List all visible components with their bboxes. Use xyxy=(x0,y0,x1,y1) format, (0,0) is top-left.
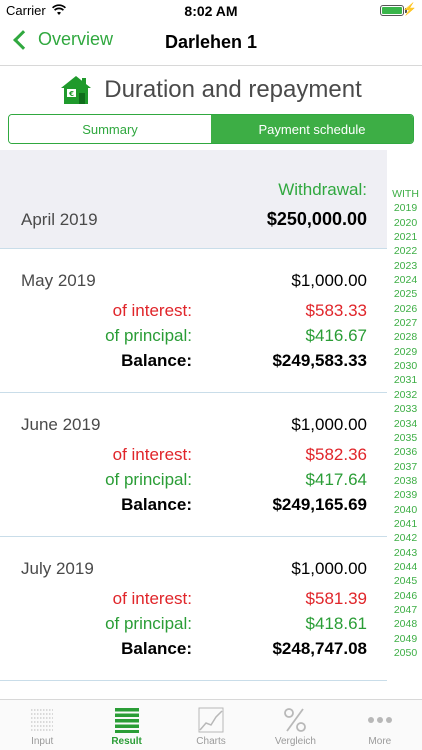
principal-label: of principal: xyxy=(105,326,192,345)
tab-result[interactable]: Result xyxy=(84,700,168,750)
withdrawal-amount: $250,000.00 xyxy=(266,209,367,229)
section-index-item[interactable]: 2026 xyxy=(389,302,422,316)
section-index-item[interactable]: WITH xyxy=(389,187,422,201)
payment-row[interactable]: May 2019 $1,000.00 of interest: $583.33 … xyxy=(0,249,387,393)
section-index-item[interactable]: 2032 xyxy=(389,388,422,402)
section-index-item[interactable]: 2049 xyxy=(389,632,422,646)
section-index-item[interactable]: 2050 xyxy=(389,646,422,660)
interest-label: of interest: xyxy=(112,589,192,608)
tab-label: More xyxy=(368,736,392,747)
tab-more[interactable]: More xyxy=(338,700,422,750)
heading-title: Duration and repayment xyxy=(104,76,362,103)
segment-summary[interactable]: Summary xyxy=(9,115,211,143)
section-index-item[interactable]: 2037 xyxy=(389,460,422,474)
section-index-item[interactable]: 2024 xyxy=(389,273,422,287)
section-index-item[interactable]: 2039 xyxy=(389,488,422,502)
section-index-item[interactable]: 2023 xyxy=(389,259,422,273)
tab-input[interactable]: Input xyxy=(0,700,84,750)
tab-label: Input xyxy=(31,736,54,747)
section-index-item[interactable]: 2025 xyxy=(389,287,422,301)
payment-schedule-list[interactable]: Withdrawal: April 2019 $250,000.00 May 2… xyxy=(0,150,387,698)
battery-icon xyxy=(380,5,404,16)
svg-text:€: € xyxy=(68,90,74,98)
principal-value: $416.67 xyxy=(305,326,367,345)
principal-label: of principal: xyxy=(105,614,192,633)
charts-icon xyxy=(198,707,224,733)
balance-value: $248,747.08 xyxy=(272,639,367,658)
section-index-item[interactable]: 2046 xyxy=(389,589,422,603)
section-index-item[interactable]: 2029 xyxy=(389,345,422,359)
interest-value: $583.33 xyxy=(305,301,367,320)
row-month: April 2019 xyxy=(21,210,98,229)
section-index-item[interactable]: 2031 xyxy=(389,373,422,387)
section-index-item[interactable]: 2034 xyxy=(389,417,422,431)
interest-label: of interest: xyxy=(112,301,192,320)
section-index-item[interactable]: 2042 xyxy=(389,531,422,545)
row-payment: $1,000.00 xyxy=(291,415,367,434)
section-index-item[interactable]: 2020 xyxy=(389,216,422,230)
section-index-item[interactable]: 2040 xyxy=(389,503,422,517)
section-index-item[interactable]: 2033 xyxy=(389,402,422,416)
tab-charts[interactable]: Charts xyxy=(169,700,253,750)
section-index-item[interactable]: 2022 xyxy=(389,244,422,258)
section-index-item[interactable]: 2021 xyxy=(389,230,422,244)
balance-label: Balance: xyxy=(121,351,192,370)
section-index-item[interactable]: 2036 xyxy=(389,445,422,459)
section-index-item[interactable]: 2038 xyxy=(389,474,422,488)
balance-value: $249,165.69 xyxy=(272,495,367,514)
section-index-item[interactable]: 2019 xyxy=(389,201,422,215)
row-payment: $1,000.00 xyxy=(291,271,367,290)
withdrawal-row[interactable]: Withdrawal: April 2019 $250,000.00 xyxy=(0,150,387,249)
payment-row[interactable]: July 2019 $1,000.00 of interest: $581.39… xyxy=(0,537,387,681)
row-month: July 2019 xyxy=(21,559,94,578)
result-icon xyxy=(114,708,139,733)
section-index-item[interactable]: 2028 xyxy=(389,330,422,344)
status-bar: Carrier 8:02 AM ⚡ xyxy=(0,0,422,22)
back-label: Overview xyxy=(38,29,114,49)
section-index-item[interactable]: 2045 xyxy=(389,574,422,588)
segment-payment-schedule[interactable]: Payment schedule xyxy=(211,115,413,143)
section-index-item[interactable]: 2027 xyxy=(389,316,422,330)
section-index-item[interactable]: 2044 xyxy=(389,560,422,574)
clock: 8:02 AM xyxy=(184,3,238,19)
tab-label: Result xyxy=(111,736,142,747)
interest-value: $582.36 xyxy=(305,445,367,464)
house-icon: € xyxy=(61,76,92,104)
section-index-item[interactable]: 2030 xyxy=(389,359,422,373)
principal-label: of principal: xyxy=(105,470,192,489)
section-index-item[interactable]: 2041 xyxy=(389,517,422,531)
principal-value: $417.64 xyxy=(305,470,367,489)
section-index-item[interactable]: 2035 xyxy=(389,431,422,445)
interest-value: $581.39 xyxy=(305,589,367,608)
row-month: May 2019 xyxy=(21,271,96,290)
balance-value: $249,583.33 xyxy=(272,351,367,370)
back-button[interactable]: Overview xyxy=(10,29,113,50)
section-index-item[interactable]: 2047 xyxy=(389,603,422,617)
principal-value: $418.61 xyxy=(305,614,367,633)
tab-vergleich[interactable]: Vergleich xyxy=(253,700,337,750)
section-index-item[interactable]: 2043 xyxy=(389,546,422,560)
chevron-left-icon xyxy=(13,29,33,50)
section-index[interactable]: WITH 2019 2020 2021 2022 2023 2024 2025 2026 2027… xyxy=(389,187,422,660)
interest-label: of interest: xyxy=(112,445,192,464)
withdrawal-label: Withdrawal: xyxy=(278,180,367,199)
tab-label: Vergleich xyxy=(274,736,316,747)
view-segmented-control: Summary Payment schedule xyxy=(8,114,414,144)
payment-row[interactable]: June 2019 $1,000.00 of interest: $582.36… xyxy=(0,393,387,537)
input-icon xyxy=(31,709,54,731)
row-month: June 2019 xyxy=(21,415,101,434)
charging-icon: ⚡ xyxy=(402,2,417,16)
percent-icon xyxy=(284,708,307,732)
tab-label: Charts xyxy=(196,736,226,747)
row-payment: $1,000.00 xyxy=(291,559,367,578)
section-heading: € Duration and repayment xyxy=(0,74,422,106)
tab-bar: Input Result Charts Vergleich More xyxy=(0,699,422,750)
navigation-bar: Overview Darlehen 1 xyxy=(0,22,422,66)
section-index-item[interactable]: 2048 xyxy=(389,617,422,631)
balance-label: Balance: xyxy=(121,495,192,514)
balance-label: Balance: xyxy=(121,639,192,658)
more-icon xyxy=(367,717,392,723)
